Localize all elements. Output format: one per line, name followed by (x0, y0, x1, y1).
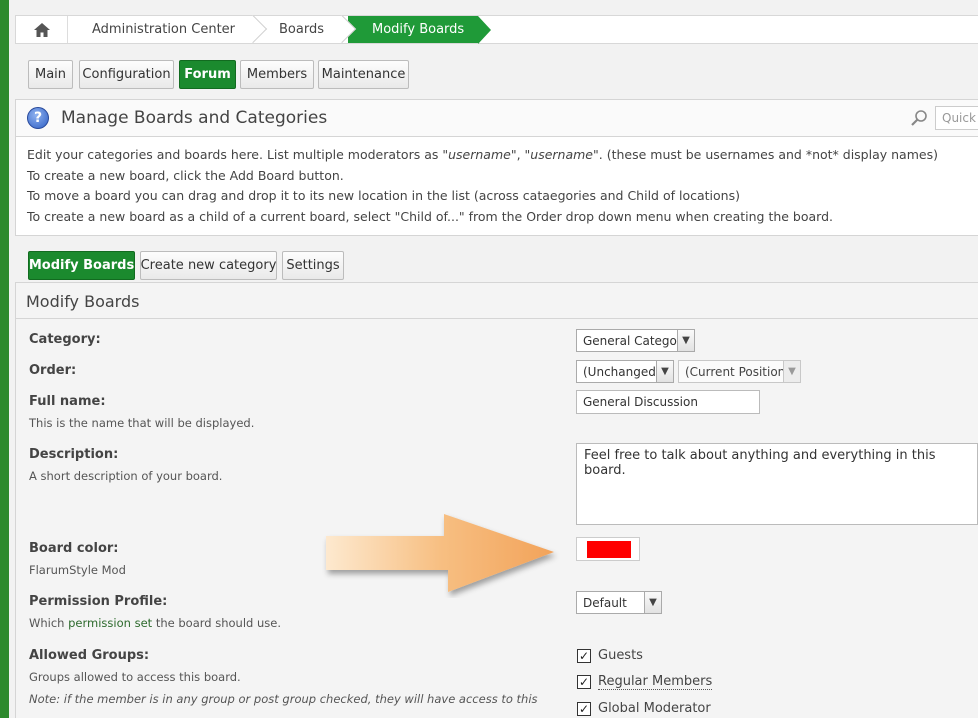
group-label: Global Moderator (598, 701, 711, 716)
breadcrumb-boards[interactable]: Boards (255, 16, 344, 43)
home-icon[interactable] (16, 16, 68, 43)
help-line-2: To create a new board, click the Add Boa… (27, 167, 344, 183)
board-color-help: FlarumStyle Mod (29, 563, 126, 577)
category-select[interactable]: General Category ▼ (576, 329, 695, 352)
groups-label: Allowed Groups: (29, 648, 150, 663)
fullname-input[interactable]: General Discussion (576, 390, 760, 414)
page-title: Manage Boards and Categories (61, 108, 328, 128)
left-accent-bar (0, 0, 9, 718)
color-swatch (587, 541, 631, 558)
board-color-label: Board color: (29, 541, 119, 556)
tab-members[interactable]: Members (240, 60, 314, 89)
permission-label: Permission Profile: (29, 594, 168, 609)
breadcrumb-admin-center[interactable]: Administration Center (68, 16, 255, 43)
checkbox-guests[interactable]: ✓ (577, 648, 591, 663)
manage-description: Edit your categories and boards here. Li… (15, 137, 978, 236)
permission-set-link[interactable]: permission set (68, 616, 152, 630)
description-help: A short description of your board. (29, 469, 223, 483)
order-label: Order: (29, 363, 77, 378)
position-select-value: (Current Position) (685, 364, 790, 379)
tab-main[interactable]: Main (28, 60, 73, 89)
checkbox-regular-members[interactable]: ✓ (577, 675, 591, 689)
position-select: (Current Position) ▼ (678, 360, 801, 383)
tab-settings[interactable]: Settings (282, 251, 344, 280)
help-line-4: To create a new board as a child of a cu… (27, 209, 834, 225)
pointer-arrow-icon (326, 514, 554, 592)
group-global-moderator[interactable]: ✓ Global Moderator (577, 701, 711, 716)
groups-help: Groups allowed to access this board. (29, 670, 241, 684)
permission-help: Which permission set the board should us… (29, 616, 281, 630)
breadcrumb: Administration Center Boards Modify Boar… (15, 15, 978, 44)
board-color-picker[interactable] (576, 537, 640, 561)
chevron-down-icon: ▼ (656, 361, 673, 382)
group-label: Regular Members (598, 674, 713, 690)
quick-search-input[interactable]: Quick S (935, 106, 978, 130)
group-regular-members[interactable]: ✓ Regular Members (577, 674, 713, 690)
tab-maintenance[interactable]: Maintenance (318, 60, 409, 89)
order-select[interactable]: (Unchanged) ▼ (576, 360, 674, 383)
tab-forum[interactable]: Forum (179, 60, 236, 89)
breadcrumb-modify-boards[interactable]: Modify Boards (348, 16, 492, 44)
description-label: Description: (29, 447, 119, 462)
tab-create-category[interactable]: Create new category (140, 251, 277, 280)
modify-boards-header: Modify Boards (15, 282, 978, 319)
group-guests[interactable]: ✓ Guests (577, 648, 643, 663)
category-select-value: General Category (583, 333, 689, 348)
fullname-label: Full name: (29, 394, 106, 409)
search-icon[interactable] (910, 109, 928, 127)
tab-configuration[interactable]: Configuration (79, 60, 174, 89)
help-icon[interactable]: ? (27, 107, 49, 129)
chevron-down-icon: ▼ (644, 592, 661, 613)
help-line-3: To move a board you can drag and drop it… (27, 188, 740, 204)
permission-select[interactable]: Default ▼ (576, 591, 662, 614)
manage-header: ? Manage Boards and Categories Quick S (15, 99, 978, 137)
fullname-help: This is the name that will be displayed. (29, 416, 255, 430)
help-line-1: Edit your categories and boards here. Li… (27, 147, 938, 162)
checkbox-global-moderator[interactable]: ✓ (577, 701, 591, 716)
chevron-down-icon: ▼ (677, 330, 694, 351)
permission-select-value: Default (583, 595, 627, 610)
order-select-value: (Unchanged) (583, 364, 661, 379)
description-textarea[interactable]: Feel free to talk about anything and eve… (576, 443, 978, 525)
groups-note: Note: if the member is in any group or p… (29, 692, 538, 706)
category-label: Category: (29, 332, 101, 347)
tab-modify-boards[interactable]: Modify Boards (28, 251, 135, 280)
chevron-down-icon: ▼ (783, 361, 800, 382)
group-label: Guests (598, 648, 643, 663)
